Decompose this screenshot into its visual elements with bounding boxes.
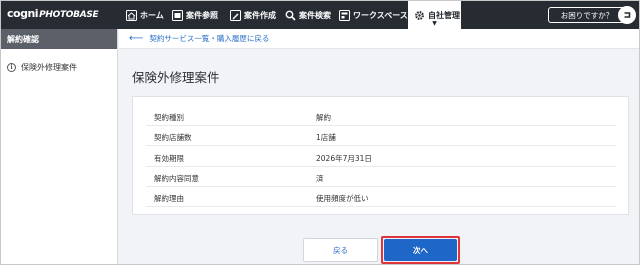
sidebar-title: 解約確認 — [1, 29, 117, 49]
workspace-icon — [338, 9, 350, 21]
nav-case-create[interactable]: 案件作成 — [229, 1, 283, 29]
nav-workspace-label: ワークスペース — [353, 10, 408, 20]
detail-value: 解約 — [316, 113, 331, 122]
detail-key: 契約種別 — [154, 113, 184, 122]
nav-company-admin-label: 自社管理 — [428, 10, 460, 20]
sidebar-item-case[interactable]: i 保険外修理案件 — [7, 62, 77, 73]
brand-part2: PHOTOBASE — [39, 10, 99, 20]
top-nav: cogni PHOTOBASE ホーム 案件参照 案件作成 案件検索 ワークスペ… — [1, 1, 639, 29]
detail-key: 解約内容同意 — [154, 174, 199, 183]
detail-row: 契約店舗数 1店舗 — [146, 128, 616, 146]
nav-company-admin[interactable]: 自社管理 ▼ — [408, 1, 461, 29]
detail-key: 解約理由 — [154, 194, 184, 203]
sidebar-item-label: 保険外修理案件 — [21, 63, 77, 72]
nav-case-search-label: 案件検索 — [299, 10, 331, 20]
folder-icon — [171, 9, 183, 21]
home-icon — [125, 9, 137, 21]
back-button[interactable]: 戻る — [303, 238, 378, 262]
user-icon[interactable] — [618, 6, 636, 24]
chevron-down-icon: ▼ — [432, 20, 437, 27]
nav-case-reference[interactable]: 案件参照 — [171, 1, 225, 29]
brand-logo[interactable]: cogni PHOTOBASE — [7, 7, 99, 23]
nav-home[interactable]: ホーム — [125, 1, 165, 29]
detail-row: 有効期限 2026年7月31日 — [146, 149, 616, 167]
sidebar: 解約確認 i 保険外修理案件 — [1, 29, 118, 264]
create-icon — [229, 9, 241, 21]
detail-value: 済 — [316, 174, 324, 183]
detail-value: 1店舗 — [316, 133, 336, 142]
breadcrumb: ⟵ 契約サービス一覧・購入履歴に戻る — [119, 29, 639, 49]
detail-row: 契約種別 解約 — [146, 108, 616, 126]
brand-part1: cogni — [7, 7, 39, 20]
back-to-contract-list-link[interactable]: 契約サービス一覧・購入履歴に戻る — [149, 33, 269, 44]
search-icon — [284, 9, 296, 21]
next-button[interactable]: 次へ — [384, 239, 457, 261]
detail-key: 契約店舗数 — [154, 133, 192, 142]
nav-case-search[interactable]: 案件検索 — [284, 1, 336, 29]
detail-row: 解約理由 使用頻度が低い — [146, 189, 616, 207]
help-button[interactable]: お困りですか？ — [548, 7, 626, 23]
arrow-left-icon[interactable]: ⟵ — [129, 33, 143, 44]
detail-value: 2026年7月31日 — [316, 154, 372, 163]
gear-icon — [413, 9, 425, 21]
detail-key: 有効期限 — [154, 154, 184, 163]
nav-workspace[interactable]: ワークスペース — [338, 1, 408, 29]
info-icon: i — [7, 63, 16, 72]
contract-detail-card: 契約種別 解約 契約店舗数 1店舗 有効期限 2026年7月31日 解約内容同意… — [132, 96, 629, 215]
nav-case-reference-label: 案件参照 — [186, 10, 218, 20]
page-title: 保険外修理案件 — [132, 70, 220, 85]
detail-value: 使用頻度が低い — [316, 194, 369, 203]
nav-case-create-label: 案件作成 — [244, 10, 276, 20]
app-window: cogni PHOTOBASE ホーム 案件参照 案件作成 案件検索 ワークスペ… — [0, 0, 640, 265]
detail-row: 解約内容同意 済 — [146, 169, 616, 187]
nav-home-label: ホーム — [140, 10, 164, 20]
